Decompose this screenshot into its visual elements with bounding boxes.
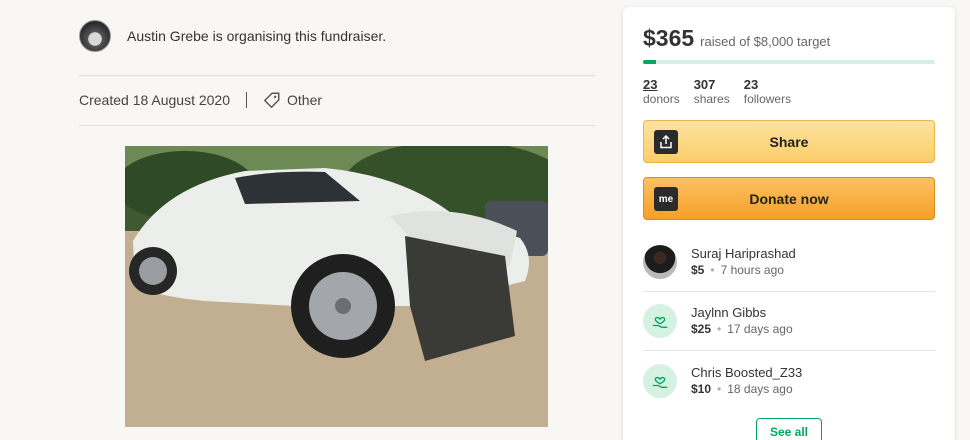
divider	[79, 75, 595, 76]
stat-value: 23	[743, 77, 759, 92]
stat-label: shares	[693, 92, 730, 106]
share-label: Share	[769, 133, 809, 150]
separator-dot: •	[710, 263, 715, 277]
donate-label: Donate now	[749, 190, 829, 207]
organiser-text: Austin Grebe is organising this fundrais…	[127, 28, 387, 44]
stat-label: donors	[643, 92, 680, 106]
divider	[79, 125, 595, 126]
donation-time: 7 hours ago	[720, 263, 784, 277]
donate-button[interactable]: me Donate now	[643, 177, 935, 220]
donation-amount: $5	[691, 263, 705, 277]
share-button[interactable]: Share	[643, 120, 935, 163]
donation-amount: $25	[691, 322, 712, 336]
donation-time: 18 days ago	[727, 381, 793, 396]
raised-amount: $365	[643, 25, 695, 51]
progress-bar	[643, 60, 935, 64]
created-date: Created 18 August 2020	[79, 92, 231, 108]
donation-item: Suraj Hariprashad $5 • 7 hours ago	[643, 233, 935, 292]
stat-followers: 23 followers	[743, 77, 792, 107]
organiser-row: Austin Grebe is organising this fundrais…	[79, 20, 386, 52]
stat-value: 307	[693, 77, 716, 92]
campaign-photo	[125, 146, 548, 427]
stat-label: followers	[743, 92, 792, 106]
recent-donations: Suraj Hariprashad $5 • 7 hours ago Jaylnn …	[643, 233, 935, 410]
donation-time: 17 days ago	[727, 322, 793, 336]
donation-amount: $10	[691, 381, 712, 396]
separator-dot: •	[717, 322, 722, 336]
share-icon	[654, 130, 678, 154]
donor-avatar	[643, 245, 677, 279]
donation-item: Chris Boosted_Z33 $10 • 18 days ago	[643, 351, 935, 410]
category-link[interactable]: Other	[287, 92, 322, 108]
campaign-stats: 23 donors 307 shares 23 followers	[643, 77, 935, 107]
donation-card: $365 raised of $8,000 target 23 donors 3…	[623, 7, 955, 440]
heart-hand-icon	[643, 304, 677, 338]
organiser-avatar[interactable]	[79, 20, 111, 52]
stat-shares: 307 shares	[693, 77, 730, 107]
raised-summary: $365 raised of $8,000 target	[643, 25, 935, 52]
stat-donors[interactable]: 23 donors	[643, 77, 680, 107]
gofundme-icon: me	[654, 187, 678, 211]
progress-fill	[643, 60, 657, 64]
donor-name: Jaylnn Gibbs	[691, 305, 767, 320]
raised-target: raised of $8,000 target	[700, 34, 831, 49]
donation-item: Jaylnn Gibbs $25 • 17 days ago	[643, 292, 935, 351]
donor-name: Suraj Hariprashad	[691, 246, 796, 261]
meta-separator	[246, 92, 248, 108]
separator-dot: •	[717, 381, 722, 396]
stat-value: 23	[643, 77, 658, 92]
tag-icon	[264, 92, 280, 108]
donor-name: Chris Boosted_Z33	[691, 364, 803, 380]
heart-hand-icon	[643, 363, 677, 398]
campaign-meta: Created 18 August 2020 Other	[79, 91, 322, 109]
see-all-button[interactable]: See all	[756, 418, 822, 440]
